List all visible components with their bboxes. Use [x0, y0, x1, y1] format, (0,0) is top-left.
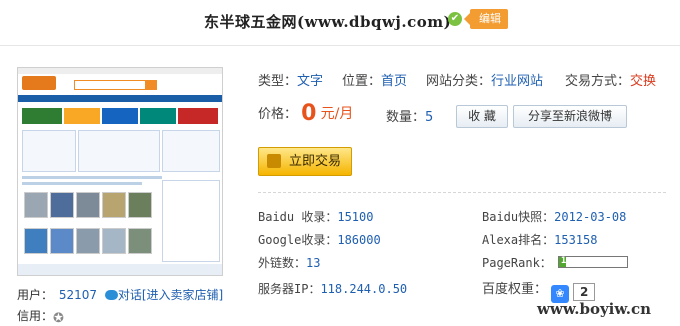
- stat-alexa: Alexa排名：153158: [482, 231, 597, 248]
- credit-badge-icon: ✪: [53, 311, 64, 326]
- stat-label: 外链数：: [258, 256, 307, 270]
- quantity-label: 数量：: [386, 110, 426, 125]
- pagerank-bar: 1: [557, 256, 628, 268]
- thumb-banner: [140, 108, 176, 124]
- thumb-panel: [22, 130, 76, 172]
- type-label: 类型：: [258, 74, 298, 89]
- thumb-product: [50, 192, 74, 218]
- site-screenshot-thumbnail[interactable]: [17, 67, 223, 276]
- credit-label: 信用：: [17, 309, 54, 323]
- store-link[interactable]: [进入卖家店铺]: [142, 288, 223, 302]
- stat-server-ip: 服务器IP：118.244.0.50: [258, 280, 407, 297]
- thumb-topbar: [18, 68, 222, 74]
- thumb-nav: [18, 95, 222, 102]
- category-label: 网站分类：: [426, 74, 492, 89]
- thumb-search: [74, 80, 146, 90]
- thumb-panel: [162, 180, 220, 262]
- thumb-banner: [64, 108, 100, 124]
- stat-value: 153158: [554, 233, 598, 247]
- meta-row: 位置：首页: [342, 70, 407, 89]
- user-label: 用户：: [17, 288, 54, 302]
- thumb-product: [128, 228, 152, 254]
- thumb-product: [76, 228, 100, 254]
- thumb-logo: [22, 76, 56, 90]
- trade-method-label: 交易方式：: [565, 74, 631, 89]
- chat-link[interactable]: 对话: [118, 288, 142, 302]
- stat-pagerank: PageRank： 1: [482, 254, 628, 271]
- category-value: 行业网站: [491, 74, 544, 89]
- thumb-banner: [22, 108, 62, 124]
- thumb-row: [22, 182, 142, 185]
- quantity-value: 5: [425, 110, 434, 125]
- thumb-product: [24, 228, 48, 254]
- price-unit: 元/月: [320, 106, 354, 122]
- stat-label: 百度权重：: [482, 282, 548, 297]
- title-bar: 东半球五金网(www.dbqwj.com) ✔ 编辑: [0, 0, 680, 44]
- chat-icon[interactable]: [104, 290, 118, 300]
- thumb-product: [102, 192, 126, 218]
- stat-value: 15100: [337, 210, 374, 224]
- thumb-product: [76, 192, 100, 218]
- meta-row: 类型：文字: [258, 70, 323, 89]
- thumb-panel: [162, 130, 220, 172]
- meta-row: 网站分类：行业网站: [426, 70, 543, 89]
- thumb-product: [50, 228, 74, 254]
- position-label: 位置：: [342, 74, 382, 89]
- user-id[interactable]: 52107: [59, 288, 97, 302]
- stat-google-index: Google收录：186000: [258, 231, 381, 248]
- edit-button[interactable]: 编辑: [464, 9, 508, 29]
- favorite-button[interactable]: 收 藏: [456, 105, 508, 128]
- stat-value: 186000: [337, 233, 381, 247]
- cart-icon: [267, 154, 281, 168]
- stat-value: 118.244.0.50: [320, 282, 408, 296]
- stat-outlinks: 外链数：13: [258, 254, 320, 271]
- stat-label: PageRank：: [482, 256, 552, 270]
- price-label: 价格：: [258, 107, 298, 122]
- pagerank-value: 1: [560, 256, 567, 266]
- position-value: 首页: [381, 74, 408, 89]
- thumb-panel: [78, 130, 160, 172]
- stat-label: Google收录：: [258, 233, 338, 247]
- trade-now-button[interactable]: 立即交易: [258, 147, 352, 176]
- thumb-row: [22, 176, 162, 179]
- thumb-product: [102, 228, 126, 254]
- trade-method-value: 交换: [630, 74, 657, 89]
- site-title: 东半球五金网(www.dbqwj.com): [204, 13, 452, 31]
- price-row: 价格： 0 元/月: [258, 101, 353, 126]
- thumb-product: [128, 192, 152, 218]
- divider: [258, 192, 666, 193]
- thumb-banner: [178, 108, 218, 124]
- stat-baidu-index: Baidu 收录：15100: [258, 208, 373, 225]
- thumb-search-button: [145, 80, 157, 90]
- thumb-product: [24, 192, 48, 218]
- price-amount: 0: [301, 101, 317, 126]
- stat-label: Alexa排名：: [482, 233, 555, 247]
- stat-label: Baidu快照：: [482, 210, 555, 224]
- quantity-row: 数量：5: [386, 106, 433, 125]
- share-weibo-button[interactable]: 分享至新浪微博: [513, 105, 627, 128]
- divider: [0, 45, 680, 46]
- meta-row: 交易方式：交换: [565, 70, 656, 89]
- credit-info: 信用：✪: [17, 307, 67, 326]
- stat-baidu-snapshot: Baidu快照：2012-03-08: [482, 208, 626, 225]
- baidu-weight-value: 2: [573, 283, 596, 301]
- stat-value: 2012-03-08: [554, 210, 627, 224]
- trade-now-label: 立即交易: [289, 154, 342, 169]
- check-icon: ✔: [448, 12, 462, 26]
- stat-label: 服务器IP：: [258, 282, 321, 296]
- stat-label: Baidu 收录：: [258, 210, 338, 224]
- watermark: www.boyiw.cn: [537, 300, 652, 318]
- thumb-banner: [102, 108, 138, 124]
- type-value: 文字: [297, 74, 324, 89]
- stat-value: 13: [306, 256, 321, 270]
- thumb-footer: [18, 264, 222, 275]
- seller-info: 用户： 52107 对话[进入卖家店铺]: [17, 286, 223, 303]
